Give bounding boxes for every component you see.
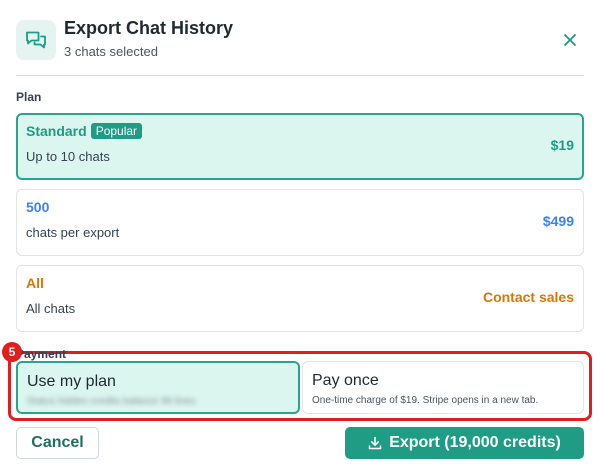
plan-price: Contact sales — [482, 289, 574, 305]
dialog-title: Export Chat History — [64, 18, 234, 38]
plan-price: $19 — [550, 137, 574, 153]
dialog-header: Export Chat History 3 chats selected — [16, 16, 584, 72]
header-divider — [16, 75, 584, 76]
dialog-subtitle: 3 chats selected — [64, 44, 158, 59]
payment-option-pay-once[interactable]: Pay once One-time charge of $19. Stripe … — [302, 361, 584, 414]
export-button[interactable]: Export (19,000 credits) — [345, 427, 584, 459]
plan-option-500[interactable]: 500 chats per export $499 — [16, 189, 584, 256]
plan-name: All — [26, 275, 44, 291]
close-icon — [564, 34, 576, 46]
chat-bubbles-icon — [16, 20, 56, 60]
plan-name: Standard Popular — [26, 123, 143, 139]
payment-option-title: Pay once — [312, 372, 379, 389]
cancel-button[interactable]: Cancel — [16, 427, 99, 459]
payment-option-title: Use my plan — [27, 373, 116, 390]
export-button-label: Export (19,000 credits) — [389, 434, 561, 451]
download-icon — [368, 436, 382, 450]
plan-description: Up to 10 chats — [26, 149, 110, 164]
plan-price: $499 — [542, 213, 574, 229]
plan-description: All chats — [26, 301, 76, 316]
plan-option-standard[interactable]: Standard Popular Up to 10 chats $19 — [16, 113, 584, 180]
payment-option-use-plan[interactable]: Use my plan Status hidden credits balanc… — [16, 361, 300, 414]
plan-option-all[interactable]: All All chats Contact sales — [16, 265, 584, 332]
popular-badge: Popular — [90, 123, 143, 139]
annotation-marker: 5 — [2, 342, 22, 362]
payment-option-subtitle: One-time charge of $19. Stripe opens in … — [312, 395, 539, 406]
close-button[interactable] — [560, 30, 580, 50]
payment-section-label: Payment — [16, 347, 67, 361]
plan-name: 500 — [26, 199, 50, 215]
plan-section-label: Plan — [16, 90, 42, 104]
payment-option-subtitle: Status hidden credits balance 99 lines — [27, 396, 196, 407]
plan-description: chats per export — [26, 225, 120, 240]
